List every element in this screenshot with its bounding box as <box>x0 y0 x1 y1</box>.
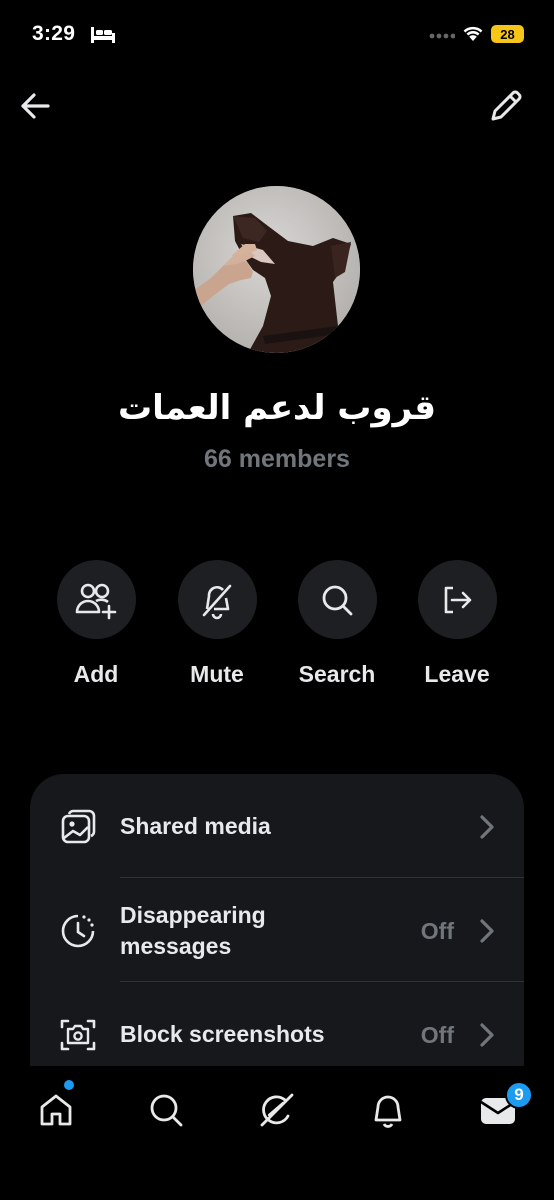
status-time: 3:29 <box>32 22 76 45</box>
nav-home[interactable] <box>32 1086 80 1134</box>
shared-media-label: Shared media <box>120 813 271 839</box>
search-button[interactable]: Search <box>277 560 397 688</box>
edit-button[interactable] <box>486 86 526 126</box>
member-count[interactable]: 66 members <box>0 445 554 474</box>
leave-label: Leave <box>424 661 490 687</box>
bed-icon <box>91 27 115 43</box>
wifi-icon <box>463 26 483 41</box>
search-label: Search <box>298 661 376 687</box>
block-screenshots-value: Off <box>420 1022 454 1048</box>
chevron-right-icon <box>480 815 494 839</box>
bell-icon <box>374 1095 402 1128</box>
arrow-left-icon <box>21 93 50 119</box>
timer-icon <box>61 914 95 948</box>
leave-button[interactable]: Leave <box>397 560 517 688</box>
chevron-right-icon <box>480 919 494 943</box>
back-button[interactable] <box>18 88 54 124</box>
messages-badge: 9 <box>505 1081 533 1109</box>
camera-icon <box>60 1019 96 1051</box>
add-people-icon <box>75 583 117 619</box>
battery-icon: 28 <box>491 25 524 43</box>
nav-notifications[interactable] <box>364 1086 412 1134</box>
doberman-photo <box>193 186 360 353</box>
disappearing-messages-label: Disappearing messages <box>120 902 266 959</box>
settings-card: Shared media Disappearing messages Off B… <box>30 774 524 1104</box>
search-icon <box>150 1094 183 1127</box>
add-label: Add <box>73 661 119 687</box>
nav-grok[interactable] <box>253 1086 301 1134</box>
group-name: قروب لدعم العمات <box>117 388 437 428</box>
screen: 3:29 28 قروب لدعم العمات 66 members Add … <box>0 0 554 1200</box>
search-icon <box>322 585 353 615</box>
pencil-icon <box>491 90 522 121</box>
block-screenshots-label: Block screenshots <box>120 1021 325 1047</box>
group-avatar[interactable] <box>193 186 360 353</box>
signal-dots-icon <box>429 33 455 39</box>
leave-icon <box>444 586 472 613</box>
mute-button[interactable]: Mute <box>157 560 277 688</box>
mute-label: Mute <box>190 661 244 687</box>
disappearing-messages-row[interactable]: Disappearing messages Off <box>30 878 524 982</box>
add-button[interactable]: Add <box>36 560 156 688</box>
bottom-nav <box>0 1066 554 1200</box>
nav-search[interactable] <box>142 1086 190 1134</box>
home-icon <box>40 1094 72 1126</box>
grok-icon <box>260 1093 294 1127</box>
chevron-right-icon <box>480 1023 494 1047</box>
disappearing-messages-value: Off <box>420 918 454 944</box>
shared-media-row[interactable]: Shared media <box>30 774 524 878</box>
home-notification-dot <box>64 1080 74 1090</box>
media-icon <box>61 809 96 844</box>
bell-off-icon <box>202 584 232 619</box>
